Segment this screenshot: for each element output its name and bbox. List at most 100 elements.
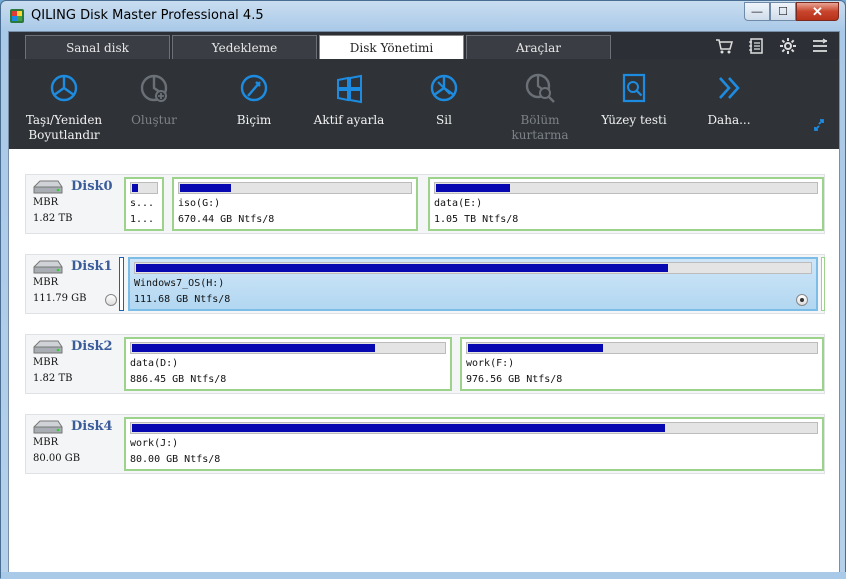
disk-size: 1.82 TB bbox=[33, 373, 73, 384]
partition-label: work(J:) bbox=[130, 438, 179, 449]
notebook-icon[interactable] bbox=[747, 37, 765, 55]
partition-box[interactable]: iso(G:) 670.44 GB Ntfs/8 bbox=[172, 177, 418, 231]
pie-search-icon bbox=[525, 73, 555, 103]
tab-yedekleme[interactable]: Yedekleme bbox=[172, 35, 317, 59]
usage-bar bbox=[466, 342, 818, 354]
disk-type: MBR bbox=[33, 197, 59, 208]
disk-list: Disk0 MBR 1.82 TB s... 1... iso(G:) 670.… bbox=[9, 149, 839, 573]
disk-select-radio[interactable] bbox=[105, 294, 117, 306]
toolbar-label: Yüzey testi bbox=[601, 113, 667, 127]
tab-bar: Sanal disk Yedekleme Disk Yönetimi Araçl… bbox=[9, 32, 839, 59]
set-active-button[interactable]: Aktif ayarla bbox=[304, 59, 394, 149]
disk-row-disk4[interactable]: Disk4 MBR 80.00 GB work(J:) 80.00 GB Ntf… bbox=[25, 414, 825, 474]
tab-disk-yonetimi[interactable]: Disk Yönetimi bbox=[319, 35, 464, 59]
cart-icon[interactable] bbox=[715, 37, 733, 55]
disk-name: Disk2 bbox=[71, 339, 113, 354]
partition-label: iso(G:) bbox=[178, 198, 221, 209]
partition-label: data(E:) bbox=[434, 198, 483, 209]
partition-box[interactable]: work(J:) 80.00 GB Ntfs/8 bbox=[124, 417, 824, 471]
partition-size: 1.05 TB Ntfs/8 bbox=[434, 214, 519, 225]
disk-row-disk2[interactable]: Disk2 MBR 1.82 TB data(D:) 886.45 GB Ntf… bbox=[25, 334, 825, 394]
pie-move-icon bbox=[50, 74, 78, 102]
minimize-button[interactable]: — bbox=[744, 2, 770, 21]
expand-icon[interactable] bbox=[811, 117, 827, 133]
usage-bar bbox=[178, 182, 412, 194]
partition-box[interactable]: data(E:) 1.05 TB Ntfs/8 bbox=[428, 177, 824, 231]
disk-size: 111.79 GB bbox=[33, 293, 87, 304]
usage-bar bbox=[134, 262, 812, 274]
pie-create-icon bbox=[140, 74, 168, 102]
toolbar-label: Biçim bbox=[236, 113, 272, 127]
toolbar-label: Oluştur bbox=[131, 113, 177, 127]
more-button[interactable]: Daha... bbox=[684, 59, 774, 149]
usage-bar bbox=[130, 182, 158, 194]
disk-row-disk0[interactable]: Disk0 MBR 1.82 TB s... 1... iso(G:) 670.… bbox=[25, 174, 825, 234]
disk-info: Disk2 MBR 1.82 TB bbox=[26, 335, 122, 393]
disk-name: Disk1 bbox=[71, 259, 113, 274]
toolbar-label: Daha... bbox=[707, 113, 751, 127]
usage-bar bbox=[130, 342, 446, 354]
partition-size: 80.00 GB Ntfs/8 bbox=[130, 454, 221, 465]
usage-bar bbox=[130, 422, 818, 434]
partition-size: 1... bbox=[130, 214, 155, 225]
unallocated-box[interactable] bbox=[821, 257, 825, 311]
partition-box[interactable]: data(D:) 886.45 GB Ntfs/8 bbox=[124, 337, 452, 391]
disk-type: MBR bbox=[33, 437, 59, 448]
usage-bar-fill bbox=[132, 184, 138, 192]
delete-button[interactable]: Sil bbox=[399, 59, 489, 149]
partition-recovery-button[interactable]: Bölüm kurtarma bbox=[495, 59, 585, 149]
partition-size: 111.68 GB Ntfs/8 bbox=[134, 294, 231, 305]
hard-drive-icon bbox=[33, 340, 63, 354]
tab-sanal-disk[interactable]: Sanal disk bbox=[25, 35, 170, 59]
partition-size: 670.44 GB Ntfs/8 bbox=[178, 214, 275, 225]
close-button[interactable]: ✕ bbox=[796, 2, 839, 21]
title-bar[interactable]: QILING Disk Master Professional 4.5 — ☐ … bbox=[1, 1, 845, 31]
partition-box[interactable]: work(F:) 976.56 GB Ntfs/8 bbox=[460, 337, 824, 391]
disk-size: 80.00 GB bbox=[33, 453, 81, 464]
partition-label: s... bbox=[130, 198, 155, 209]
disk-info: Disk1 MBR 111.79 GB bbox=[26, 255, 122, 313]
small-partition-box[interactable] bbox=[119, 257, 124, 311]
gear-icon[interactable] bbox=[779, 37, 797, 55]
surface-test-button[interactable]: Yüzey testi bbox=[589, 59, 679, 149]
usage-bar bbox=[434, 182, 818, 194]
app-logo-icon bbox=[10, 9, 24, 23]
pie-delete-icon bbox=[430, 74, 458, 102]
windows-logo-icon bbox=[337, 74, 362, 104]
disk-info: Disk0 MBR 1.82 TB bbox=[26, 175, 122, 233]
usage-bar-fill bbox=[180, 184, 232, 192]
usage-bar-fill bbox=[132, 344, 375, 352]
usage-bar-fill bbox=[136, 264, 669, 272]
create-button[interactable]: Oluştur bbox=[109, 59, 199, 149]
partition-box-selected[interactable]: Windows7_OS(H:) 111.68 GB Ntfs/8 bbox=[128, 257, 818, 311]
format-button[interactable]: Biçim bbox=[209, 59, 299, 149]
window-title: QILING Disk Master Professional 4.5 bbox=[31, 8, 264, 23]
disk-type: MBR bbox=[33, 357, 59, 368]
move-resize-button[interactable]: Taşı/Yeniden Boyutlandır bbox=[19, 59, 109, 149]
usage-bar-fill bbox=[468, 344, 603, 352]
disk-size: 1.82 TB bbox=[33, 213, 73, 224]
toolbar: Taşı/Yeniden Boyutlandır Oluştur Biçim A… bbox=[9, 59, 839, 149]
partition-box[interactable]: s... 1... bbox=[124, 177, 164, 231]
disk-name: Disk0 bbox=[71, 179, 113, 194]
hard-drive-icon bbox=[33, 260, 63, 274]
format-icon bbox=[240, 74, 268, 102]
partition-size: 886.45 GB Ntfs/8 bbox=[130, 374, 227, 385]
toolbar-label: Taşı/Yeniden Boyutlandır bbox=[25, 113, 103, 142]
double-chevron-right-icon bbox=[719, 77, 740, 99]
partition-label: data(D:) bbox=[130, 358, 179, 369]
document-search-icon bbox=[622, 73, 646, 103]
partition-label: work(F:) bbox=[466, 358, 515, 369]
tab-araclar[interactable]: Araçlar bbox=[466, 35, 611, 59]
client-area: Sanal disk Yedekleme Disk Yönetimi Araçl… bbox=[8, 31, 840, 573]
menu-icon[interactable] bbox=[811, 37, 829, 55]
app-window: QILING Disk Master Professional 4.5 — ☐ … bbox=[0, 0, 846, 579]
partition-size: 976.56 GB Ntfs/8 bbox=[466, 374, 563, 385]
usage-bar-fill bbox=[436, 184, 511, 192]
usage-bar-fill bbox=[132, 424, 666, 432]
disk-name: Disk4 bbox=[71, 419, 113, 434]
disk-row-disk1[interactable]: Disk1 MBR 111.79 GB Windows7_OS(H:) 111.… bbox=[25, 254, 825, 314]
partition-select-radio[interactable] bbox=[796, 294, 808, 306]
maximize-button[interactable]: ☐ bbox=[770, 2, 796, 21]
partition-label: Windows7_OS(H:) bbox=[134, 278, 225, 289]
